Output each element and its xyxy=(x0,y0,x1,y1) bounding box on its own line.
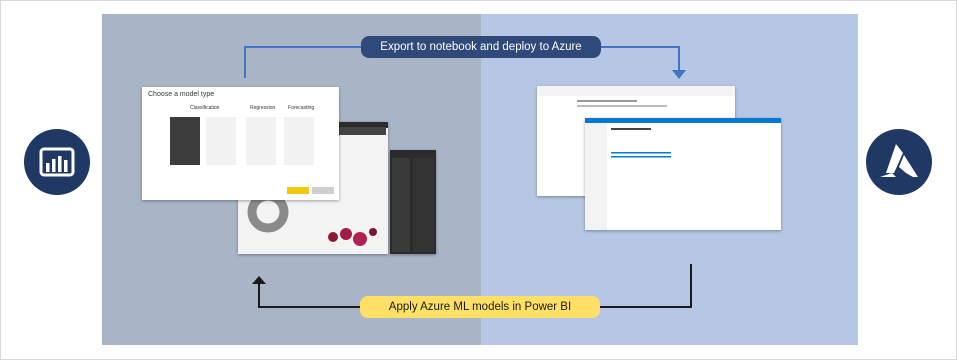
next-button[interactable] xyxy=(287,187,309,194)
forecasting-card[interactable] xyxy=(284,117,314,165)
apply-label: Apply Azure ML models in Power BI xyxy=(360,296,600,318)
cancel-button[interactable] xyxy=(312,187,334,194)
apply-arrowhead xyxy=(252,276,266,284)
dialog-title: Choose a model type xyxy=(148,91,215,98)
fields-pane xyxy=(392,158,434,252)
regression-card[interactable] xyxy=(246,117,276,165)
power-bi-fields-screenshot xyxy=(390,150,436,254)
column-classification: Classification xyxy=(190,105,220,111)
general-classification-card[interactable] xyxy=(206,117,236,165)
azure-ml-studio-screenshot xyxy=(585,118,781,230)
column-regression: Regression xyxy=(250,105,276,111)
power-bi-model-dialog: Choose a model type Classification Regre… xyxy=(142,87,339,200)
column-forecasting: Forecasting xyxy=(288,105,315,111)
studio-content xyxy=(585,118,781,230)
export-label: Export to notebook and deploy to Azure xyxy=(361,36,601,58)
binary-prediction-card[interactable] xyxy=(170,117,200,165)
export-arrowhead xyxy=(672,70,686,79)
